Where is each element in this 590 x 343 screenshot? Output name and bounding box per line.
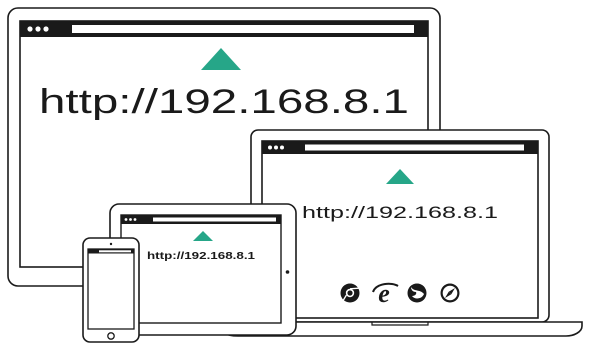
tablet-url-text: http://192.168.8.1: [147, 251, 256, 262]
laptop-screen: [261, 140, 539, 319]
chrome-icon: [340, 283, 360, 303]
tablet-browser-toolbar: [121, 215, 281, 224]
tablet-screen: [120, 214, 282, 324]
window-dot-icon: [133, 218, 137, 221]
window-dot-icon: [27, 26, 33, 32]
laptop-address-bar: [305, 144, 524, 151]
monitor-address-bar: [72, 25, 414, 33]
window-dot-icon: [268, 145, 272, 150]
phone-browser-toolbar: [88, 249, 134, 254]
firefox-icon: [407, 283, 427, 303]
laptop-browser-toolbar: [262, 141, 538, 154]
window-dot-icon: [129, 218, 132, 221]
window-dot-icon: [124, 218, 128, 221]
window-dot-icon: [43, 26, 49, 32]
monitor-browser-toolbar: [20, 21, 428, 37]
tablet-address-bar: [153, 217, 276, 222]
safari-icon: [440, 283, 460, 303]
window-dot-icon: [274, 145, 278, 150]
window-dot-icon: [280, 145, 284, 150]
tablet-home-button: [285, 270, 290, 274]
phone-camera: [109, 242, 113, 246]
window-dot-icon: [35, 26, 41, 32]
devices-illustration: http://192.168.8.1 http://192.168.8.1 e …: [7, 7, 583, 343]
laptop-url-text: http://192.168.8.1: [302, 203, 498, 222]
phone: [82, 237, 140, 343]
monitor-url-text: http://192.168.8.1: [39, 83, 409, 121]
phone-home-button: [107, 332, 115, 340]
phone-screen: [87, 248, 135, 330]
phone-address-bar: [99, 250, 131, 253]
